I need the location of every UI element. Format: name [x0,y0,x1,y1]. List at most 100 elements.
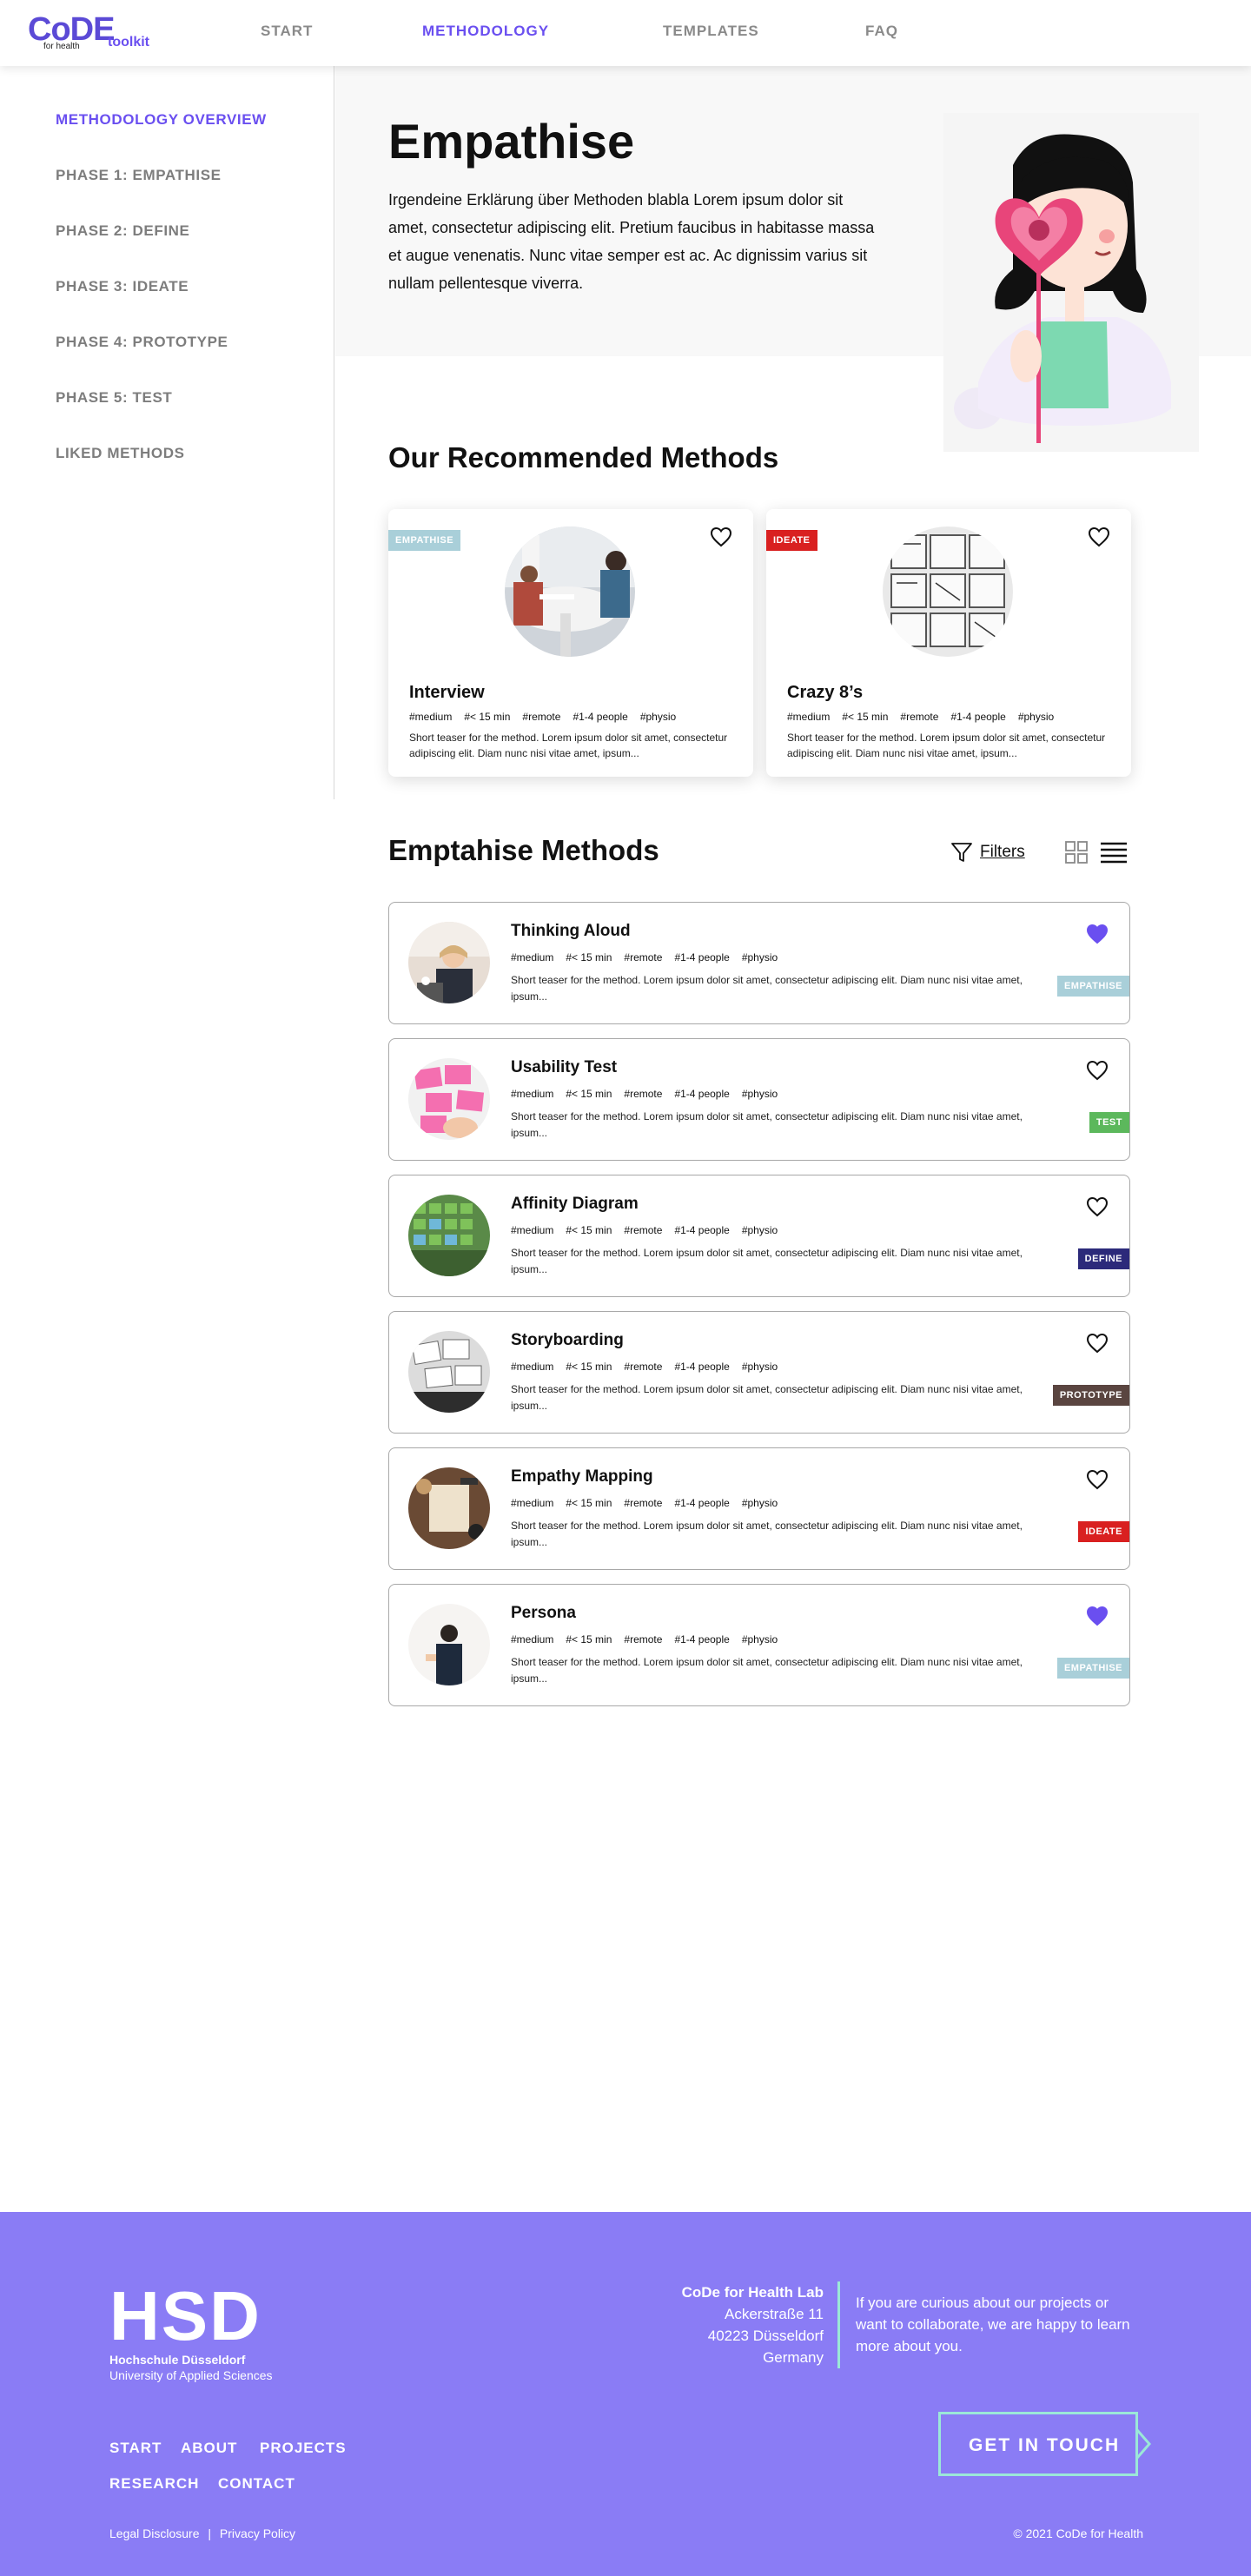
liked-heart-icon[interactable] [1086,1606,1109,1626]
top-navigation-bar: CoDE for health toolkit START METHODOLOG… [0,0,1251,66]
method-name: Storyboarding [511,1331,624,1349]
tag-effort: #medium [511,1224,554,1236]
hsd-logo[interactable]: HSD Hochschule Düsseldorf University of … [109,2281,301,2386]
method-teaser: Short teaser for the method. Lorem ipsum… [511,974,1023,1003]
phase-badge: TEST [1089,1112,1129,1133]
nav-methodology[interactable]: METHODOLOGY [422,23,549,40]
lab-city: 40223 Düsseldorf [707,2328,824,2344]
method-card-storyboarding[interactable]: Storyboarding #medium #< 15 min #remote #1-4… [388,1311,1130,1434]
tag-effort: #medium [511,951,554,964]
tag-discipline: #physio [1017,711,1055,723]
method-teaser: Short teaser for the method. Lorem ipsum… [511,1383,1023,1412]
sidebar-item-empathise[interactable]: PHASE 1: EMPATHISE [56,167,222,184]
liked-heart-icon[interactable] [1086,924,1109,944]
phase-badge: EMPATHISE [388,530,461,551]
tag-duration: #< 15 min [464,711,511,723]
method-photo [408,1604,490,1685]
tag-effort: #medium [511,1633,554,1646]
footer: HSD Hochschule Düsseldorf University of … [0,2212,1251,2576]
sidebar-item-prototype[interactable]: PHASE 4: PROTOTYPE [56,334,228,351]
tag-people: #1-4 people [674,1633,730,1646]
sidebar-item-overview[interactable]: METHODOLOGY OVERVIEW [56,111,267,129]
woman-with-heart-glasses-illustration [954,134,1171,443]
like-heart-icon[interactable] [1086,1060,1109,1081]
method-card-empathy-mapping[interactable]: Empathy Mapping #medium #< 15 min #remote #1… [388,1447,1130,1570]
method-teaser: Short teaser for the method. Lorem ipsum… [511,1656,1023,1685]
filter-funnel-icon [951,843,972,862]
recommended-section-title: Our Recommended Methods [388,441,779,473]
tag-people: #1-4 people [573,711,628,723]
method-tags: #medium #< 15 min #remote #1-4 people #physi… [409,711,688,723]
tag-duration: #< 15 min [566,1497,612,1509]
tag-remote: #remote [624,951,663,964]
tag-effort: #medium [511,1088,554,1100]
method-name: Crazy 8’s [787,683,864,702]
footer-link-research[interactable]: RESEARCH [109,2475,199,2493]
nav-faq[interactable]: FAQ [865,23,898,40]
sidebar-item-test[interactable]: PHASE 5: TEST [56,389,172,407]
tag-effort: #medium [409,711,453,723]
method-card-thinking-aloud[interactable]: Thinking Aloud #medium #< 15 min #remote #1-… [388,902,1130,1024]
address-divider [837,2281,840,2368]
code-for-health-logo[interactable]: CoDE for health toolkit [28,12,167,56]
footer-link-projects[interactable]: PROJECTS [260,2440,347,2457]
method-card-usability-test[interactable]: Usability Test #medium #< 15 min #remote #1-… [388,1038,1130,1161]
tag-remote: #remote [624,1361,663,1373]
get-in-touch-label: GET IN TOUCH [969,2435,1121,2455]
recommended-card-interview[interactable]: EMPATHISE Interview #medium #< 15 min #rem… [388,509,753,777]
tag-people: #1-4 people [674,1497,730,1509]
legal-disclosure-link[interactable]: Legal Disclosure [109,2526,200,2540]
nav-start[interactable]: START [261,23,313,40]
like-heart-icon[interactable] [1086,1196,1109,1217]
tag-discipline: #physio [741,1224,778,1236]
method-teaser: Short teaser for the method. Lorem ipsum… [787,732,1106,759]
method-card-affinity-diagram[interactable]: Affinity Diagram #medium #< 15 min #remote #… [388,1175,1130,1297]
tag-discipline: #physio [741,1633,778,1646]
method-name: Empathy Mapping [511,1467,653,1486]
filters-label: Filters [980,843,1025,861]
interview-photo [505,526,635,657]
method-teaser: Short teaser for the method. Lorem ipsum… [409,732,728,759]
tag-people: #1-4 people [674,1224,730,1236]
phase-badge: PROTOTYPE [1052,1385,1129,1406]
grid-view-icon[interactable] [1065,841,1088,864]
like-heart-icon[interactable] [710,526,732,547]
method-name: Affinity Diagram [511,1195,639,1213]
get-in-touch-button[interactable]: GET IN TOUCH [938,2412,1151,2476]
method-photo [408,1058,490,1140]
chevron-right-icon [1135,2429,1151,2459]
tag-duration: #< 15 min [566,1361,612,1373]
method-tags: #medium #< 15 min #remote #1-4 people #physi… [511,1361,790,1373]
method-teaser: Short teaser for the method. Lorem ipsum… [511,1247,1023,1275]
sidebar-item-define[interactable]: PHASE 2: DEFINE [56,222,189,240]
legal-separator: | [208,2526,212,2540]
sidebar-item-ideate[interactable]: PHASE 3: IDEATE [56,278,189,295]
method-photo [408,1195,490,1276]
list-view-icon[interactable] [1100,841,1128,864]
tag-duration: #< 15 min [566,1088,612,1100]
recommended-card-crazy8s[interactable]: IDEATE Crazy 8’s #medium #< 15 min #remote… [766,509,1131,777]
footer-link-about[interactable]: ABOUT [181,2440,237,2457]
like-heart-icon[interactable] [1086,1333,1109,1354]
method-card-persona[interactable]: Persona #medium #< 15 min #remote #1-4 peopl… [388,1584,1130,1706]
logo-subtitle: for health [43,42,80,51]
tag-remote: #remote [522,711,561,723]
sidebar-item-liked[interactable]: LIKED METHODS [56,445,185,462]
nav-templates[interactable]: TEMPLATES [663,23,759,40]
method-tags: #medium #< 15 min #remote #1-4 people #physi… [511,1088,790,1100]
page-title: Empathise [388,114,635,169]
tag-discipline: #physio [741,1361,778,1373]
method-tags: #medium #< 15 min #remote #1-4 people #physi… [511,1224,790,1236]
like-heart-icon[interactable] [1086,1469,1109,1490]
method-tags: #medium #< 15 min #remote #1-4 people #physi… [787,711,1066,723]
methodology-sidebar: METHODOLOGY OVERVIEW PHASE 1: EMPATHISE … [0,66,334,799]
privacy-policy-link[interactable]: Privacy Policy [220,2526,295,2540]
footer-link-start[interactable]: START [109,2440,162,2457]
tag-people: #1-4 people [950,711,1006,723]
footer-link-contact[interactable]: CONTACT [218,2475,295,2493]
crazy8s-photo [883,526,1013,657]
tag-duration: #< 15 min [842,711,889,723]
copyright: © 2021 CoDe for Health [1013,2526,1143,2540]
like-heart-icon[interactable] [1088,526,1110,547]
method-name: Thinking Aloud [511,922,631,940]
